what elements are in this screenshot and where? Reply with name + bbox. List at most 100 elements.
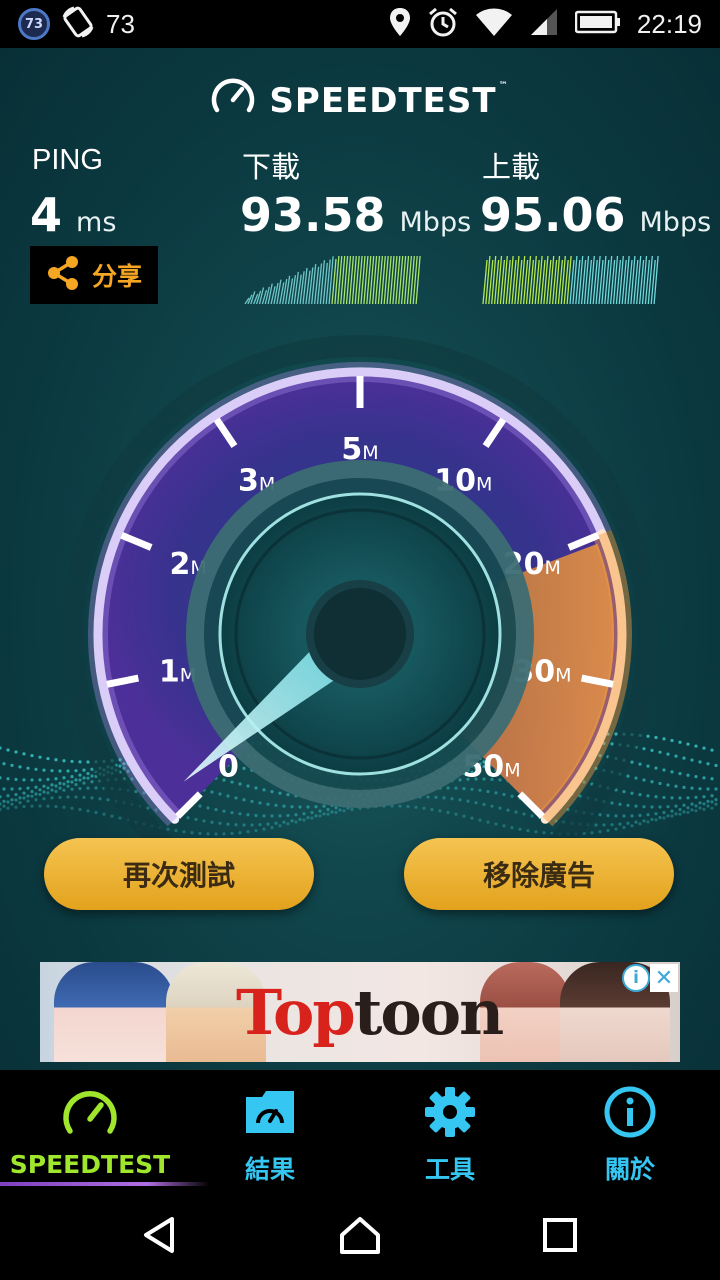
ping-value: 4 ms <box>30 188 116 242</box>
wave-dot <box>710 748 714 752</box>
wave-dot <box>22 791 26 795</box>
wave-dot <box>698 787 702 791</box>
wave-dot <box>30 804 34 808</box>
wave-dot <box>690 758 694 762</box>
app-header: SPEEDTEST ™ <box>0 76 720 125</box>
tab-tools[interactable]: 工具 <box>360 1070 540 1190</box>
alarm-icon <box>427 6 459 42</box>
wave-dot <box>34 767 38 771</box>
wave-dot <box>6 800 10 804</box>
recents-icon[interactable] <box>530 1210 590 1260</box>
status-bar: 73 73 22:19 <box>0 0 720 48</box>
wave-dot <box>714 802 718 806</box>
wave-dot <box>702 776 706 780</box>
wave-dot <box>686 810 690 814</box>
speed-gauge: 01M2M3M5M10M20M30M50M <box>61 335 659 844</box>
wave-dot <box>10 798 14 802</box>
wave-dot <box>714 787 718 791</box>
wave-dot <box>690 786 694 790</box>
active-tab-indicator <box>0 1182 210 1186</box>
wave-dot <box>18 765 22 769</box>
system-nav-bar <box>0 1190 720 1280</box>
upload-sparkline <box>482 255 659 304</box>
wave-dot <box>22 778 26 782</box>
tab-label: SPEEDTEST <box>9 1150 171 1179</box>
wave-dot <box>0 807 2 812</box>
wave-dot <box>0 776 2 780</box>
app-title: SPEEDTEST ™ <box>269 80 509 121</box>
wave-dot <box>702 802 706 806</box>
wave-dot <box>26 786 30 790</box>
wave-dot <box>2 762 6 766</box>
upload-unit: Mbps <box>639 207 712 238</box>
gauge-center-cap <box>306 580 414 688</box>
speedometer-logo-icon <box>211 76 255 125</box>
wave-dot <box>22 796 26 800</box>
home-icon[interactable] <box>330 1210 390 1260</box>
download-sparkline <box>244 255 421 304</box>
wave-dot <box>6 777 10 781</box>
wave-dot <box>702 746 706 750</box>
share-label: 分享 <box>91 262 142 291</box>
wave-dot <box>686 773 690 777</box>
wave-dot <box>686 806 690 810</box>
wave-dot <box>702 795 706 799</box>
retest-button[interactable]: 再次測試 <box>44 838 314 910</box>
download-number: 93.58 <box>240 188 386 242</box>
wave-dot <box>710 794 714 798</box>
wave-dot <box>22 804 26 809</box>
wave-dot <box>706 787 710 791</box>
ad-close-icon[interactable]: ✕ <box>650 964 678 992</box>
gear-icon <box>420 1084 480 1140</box>
wave-dot <box>0 746 2 750</box>
share-button[interactable]: 分享 <box>30 246 158 304</box>
wave-dot <box>686 796 690 800</box>
wave-dot <box>6 794 10 798</box>
tab-results[interactable]: 結果 <box>180 1070 360 1190</box>
wave-dot <box>14 798 18 802</box>
wave-dot <box>2 804 6 808</box>
upload-label: 上載 <box>482 152 541 184</box>
wave-dot <box>706 799 710 803</box>
wave-dot <box>698 806 702 810</box>
wave-dot <box>686 742 690 746</box>
wave-dot <box>14 805 18 809</box>
wave-dot <box>694 804 698 808</box>
status-time: 22:19 <box>636 8 702 39</box>
speedometer-icon <box>60 1084 120 1140</box>
upload-value: 95.06 Mbps <box>480 188 711 242</box>
download-unit: Mbps <box>399 207 472 238</box>
wave-dot <box>710 806 714 810</box>
wave-dot <box>22 752 26 756</box>
battery-icon <box>574 10 621 38</box>
ad-banner[interactable]: Toptoon i ✕ <box>40 962 680 1062</box>
upload-number: 95.06 <box>480 188 626 242</box>
ad-info-icon[interactable]: i <box>622 964 650 992</box>
wave-dot <box>682 756 686 760</box>
wave-dot <box>710 800 714 804</box>
wave-dot <box>18 787 22 791</box>
wave-dot <box>682 810 686 814</box>
back-icon[interactable] <box>130 1210 190 1260</box>
wave-dot <box>682 803 686 807</box>
tab-speedtest[interactable]: SPEEDTEST <box>0 1070 180 1190</box>
wave-dot <box>26 794 30 798</box>
wave-dot <box>18 796 22 800</box>
wave-dot <box>6 806 10 810</box>
tab-about[interactable]: 關於 <box>540 1070 720 1190</box>
ping-unit: ms <box>76 207 117 238</box>
wave-dot <box>2 799 6 803</box>
wave-dot <box>706 762 710 766</box>
wave-dot <box>18 800 22 805</box>
wave-dot <box>34 792 38 796</box>
ad-character-image <box>54 962 174 1062</box>
wave-dot <box>26 766 30 770</box>
tab-label: 結果 <box>244 1155 295 1184</box>
wave-dot <box>10 763 14 767</box>
badge-73-icon: 73 <box>18 8 50 40</box>
remove-ads-button[interactable]: 移除廣告 <box>404 838 674 910</box>
results-folder-icon <box>240 1084 300 1140</box>
speedtest-screen: SPEEDTEST ™ PING 4 ms 分享 下載 93.58 Mbps 上載… <box>0 48 720 1070</box>
wave-dot <box>698 801 702 805</box>
wave-dot <box>14 750 18 754</box>
